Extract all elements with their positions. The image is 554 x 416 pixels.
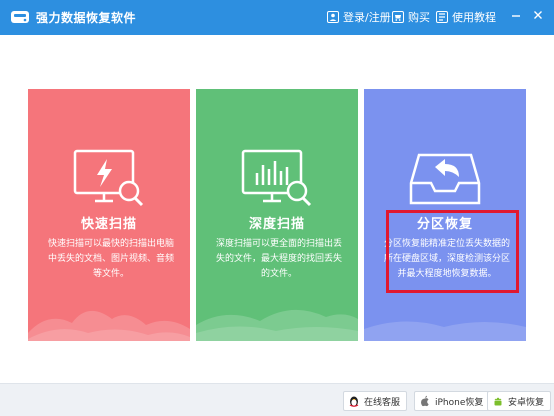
close-icon bbox=[534, 11, 542, 19]
quick-scan-card[interactable]: 快速扫描 快速扫描可以最快的扫描出电脑中丢失的文档、图片视频、音频等文件。 bbox=[28, 89, 190, 341]
cloud-decoration bbox=[28, 310, 190, 341]
close-button[interactable] bbox=[528, 5, 548, 25]
minimize-icon bbox=[512, 15, 520, 17]
iphone-recovery-label: iPhone恢复 bbox=[435, 397, 484, 408]
iphone-recovery-button[interactable]: iPhone恢复 bbox=[414, 391, 491, 411]
login-register-link[interactable]: 登录/注册 bbox=[327, 9, 391, 25]
main-content: 快速扫描 快速扫描可以最快的扫描出电脑中丢失的文档、图片视频、音频等文件。 深度… bbox=[0, 35, 554, 383]
monitor-lightning-search-icon bbox=[73, 149, 144, 207]
app-title: 强力数据恢复软件 bbox=[36, 11, 137, 25]
cart-icon bbox=[392, 11, 404, 23]
buy-label: 购买 bbox=[408, 11, 430, 24]
title-bar: 强力数据恢复软件 登录/注册 购买 使用教程 bbox=[0, 0, 554, 35]
partition-recovery-card[interactable]: 分区恢复 分区恢复能精准定位丢失数据的所在硬盘区域，深度检测该分区并最大程度地恢… bbox=[364, 89, 526, 341]
footer-bar: 在线客服 iPhone恢复 安卓恢复 bbox=[0, 383, 554, 416]
online-service-button[interactable]: 在线客服 bbox=[343, 391, 408, 411]
hills-decoration bbox=[196, 309, 358, 341]
deep-scan-card[interactable]: 深度扫描 深度扫描可以更全面的扫描出丢失的文件，最大程度的找回丢失的文件。 bbox=[196, 89, 358, 341]
tutorial-link[interactable]: 使用教程 bbox=[436, 9, 496, 25]
login-register-label: 登录/注册 bbox=[343, 11, 391, 24]
monitor-chart-search-icon bbox=[241, 149, 312, 207]
partition-recovery-title: 分区恢复 bbox=[416, 217, 473, 232]
android-recovery-label: 安卓恢复 bbox=[508, 397, 545, 408]
quick-scan-title: 快速扫描 bbox=[80, 217, 137, 232]
hard-drive-icon bbox=[11, 11, 29, 23]
deep-scan-title: 深度扫描 bbox=[248, 217, 305, 232]
wave-decoration bbox=[364, 321, 526, 341]
book-icon bbox=[436, 11, 448, 23]
user-icon bbox=[327, 11, 339, 23]
minimize-button[interactable] bbox=[506, 5, 526, 25]
tray-restore-icon bbox=[409, 153, 481, 205]
penguin-icon bbox=[349, 396, 359, 407]
buy-link[interactable]: 购买 bbox=[392, 9, 430, 25]
android-icon bbox=[494, 397, 502, 406]
apple-icon bbox=[421, 395, 429, 407]
online-service-label: 在线客服 bbox=[364, 397, 401, 408]
tutorial-label: 使用教程 bbox=[452, 11, 496, 24]
android-recovery-button[interactable]: 安卓恢复 bbox=[487, 391, 552, 411]
